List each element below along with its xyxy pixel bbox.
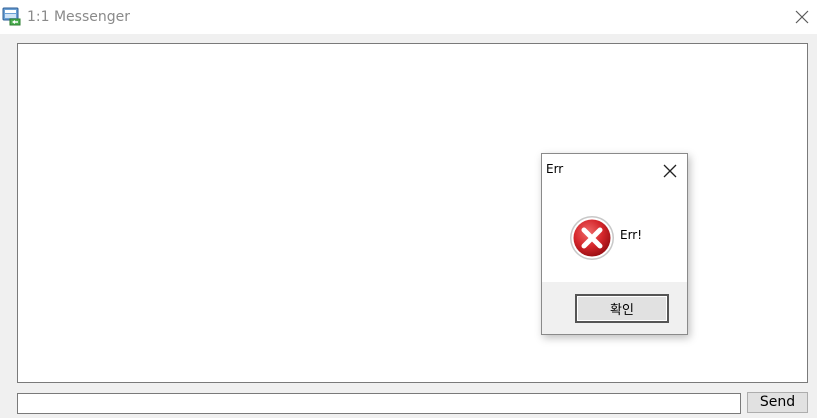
error-icon: [568, 214, 616, 262]
dialog-message: Err!: [620, 228, 643, 242]
title-bar: 1:1 Messenger: [0, 0, 817, 34]
window-title: 1:1 Messenger: [27, 9, 131, 25]
close-icon[interactable]: [663, 163, 677, 178]
send-button[interactable]: Send: [747, 392, 808, 413]
error-dialog: Err Err! 확인: [541, 153, 688, 335]
chat-log[interactable]: [17, 43, 808, 383]
message-input[interactable]: [17, 393, 741, 414]
dialog-title: Err: [546, 162, 564, 176]
messenger-window: 1:1 Messenger Send Err Err! 확인: [0, 0, 817, 418]
messenger-app-icon: [2, 7, 22, 27]
close-icon[interactable]: [789, 4, 815, 30]
ok-button[interactable]: 확인: [575, 294, 669, 323]
dialog-footer: 확인: [542, 282, 687, 334]
